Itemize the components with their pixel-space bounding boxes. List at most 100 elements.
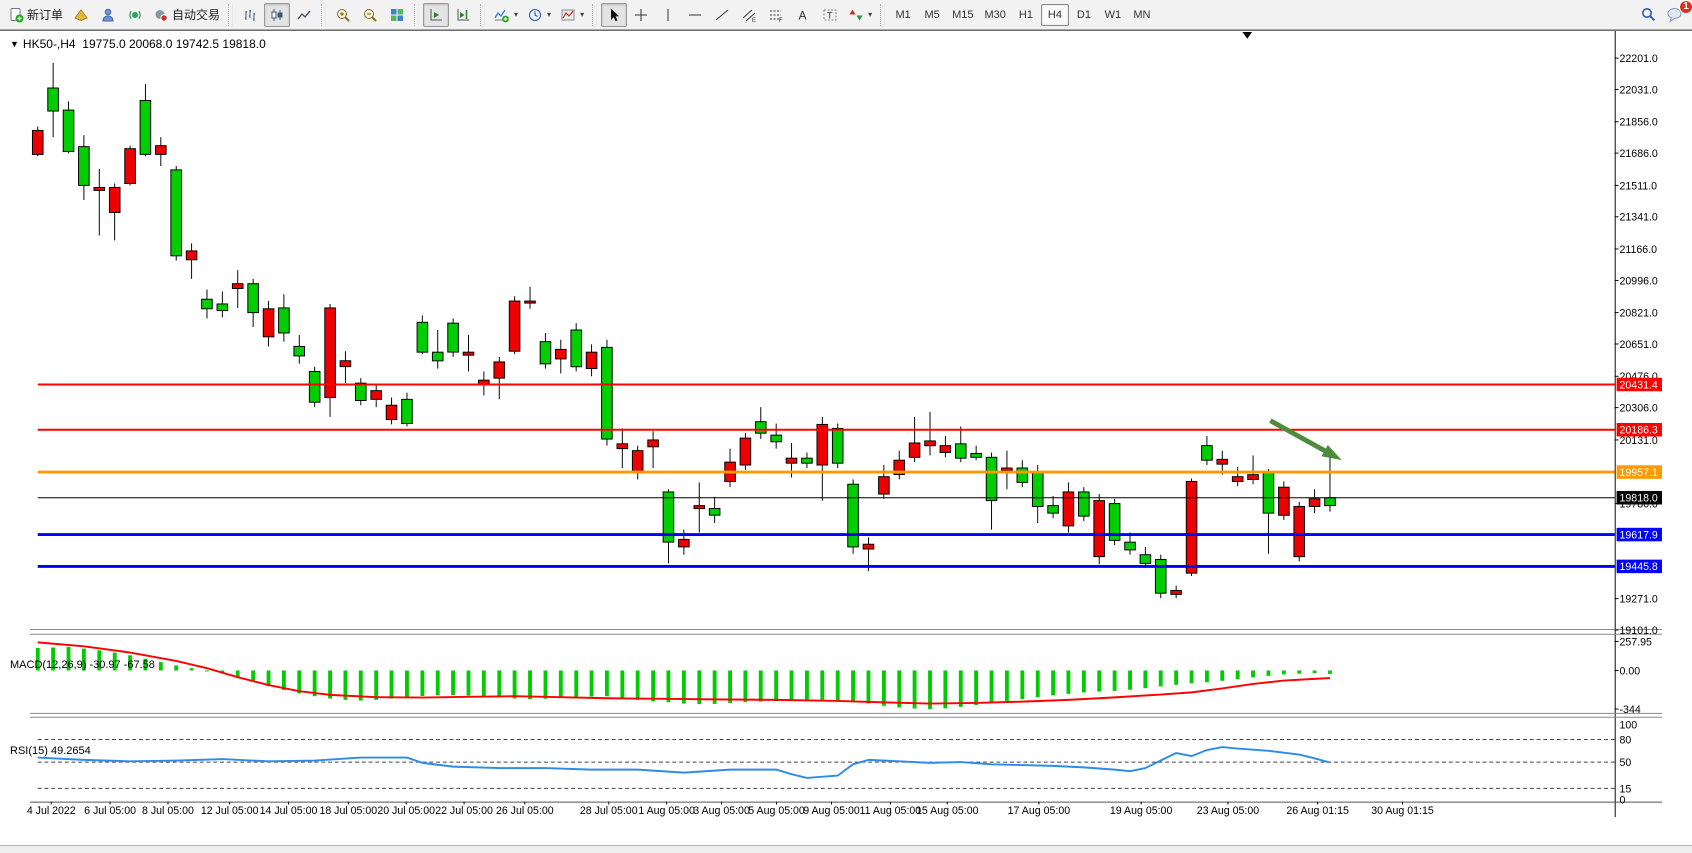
zoom-out-button[interactable] (357, 3, 383, 27)
date-label: 30 Aug 01:15 (1371, 805, 1434, 817)
status-bar (0, 845, 1692, 853)
text-icon: A (795, 7, 811, 23)
price-tick-label: 19101.0 (1620, 625, 1658, 637)
chart-canvas[interactable] (30, 31, 1662, 817)
tf-button-M1[interactable]: M1 (889, 4, 917, 26)
market-watch-button[interactable] (68, 3, 94, 27)
price-tag-label: 20186.3 (1620, 425, 1658, 437)
price-tick-label: 21511.0 (1620, 180, 1658, 192)
tile-windows-button[interactable] (384, 3, 410, 27)
zoom-in-button[interactable] (330, 3, 356, 27)
tf-button-MN[interactable]: MN (1128, 4, 1156, 26)
candle (448, 318, 459, 356)
candle (1294, 502, 1305, 562)
date-label: 1 Aug 05:00 (638, 805, 695, 817)
tf-button-M5[interactable]: M5 (918, 4, 946, 26)
autotrading-button[interactable]: 自动交易 (149, 3, 224, 27)
candle (309, 367, 320, 407)
chevron-down-icon: ▾ (580, 10, 584, 19)
date-label: 23 Aug 05:00 (1197, 805, 1260, 817)
price-tag-label: 19957.1 (1620, 467, 1658, 479)
tf-button-D1[interactable]: D1 (1070, 4, 1098, 26)
tf-button-M15[interactable]: M15 (947, 4, 978, 26)
date-label: 22 Jul 05:00 (435, 805, 493, 817)
templates-button[interactable]: ▾ (556, 3, 588, 27)
date-label: 17 Aug 05:00 (1008, 805, 1071, 817)
horizontal-line-icon (687, 7, 703, 23)
cursor-button[interactable] (601, 3, 627, 27)
date-label: 9 Aug 05:00 (803, 805, 860, 817)
toolbar-separator (228, 4, 233, 26)
notifications-button[interactable]: 1 (1662, 3, 1688, 27)
toolbar-separator (592, 4, 597, 26)
candle (1155, 555, 1166, 598)
chevron-down-icon: ▾ (514, 10, 518, 19)
trendline-icon (714, 7, 730, 23)
toolbar-separator (880, 4, 885, 26)
tf-button-M30[interactable]: M30 (980, 4, 1011, 26)
toolbar-separator (480, 4, 485, 26)
chart-shift-button[interactable] (450, 3, 476, 27)
mt4-window: 新订单 自动交易 (0, 0, 1692, 853)
indicators-icon (493, 7, 510, 23)
date-label: 26 Jul 05:00 (496, 805, 554, 817)
line-chart-button[interactable] (291, 3, 317, 27)
macd-tick-label: 0.00 (1620, 665, 1641, 677)
chart-svg: 22201.022031.021856.021686.021511.021341… (0, 31, 1692, 846)
user-icon (100, 7, 116, 23)
svg-text:E: E (752, 18, 756, 23)
vertical-line-icon (660, 7, 676, 23)
signal-icon (127, 7, 143, 23)
tf-button-W1[interactable]: W1 (1099, 4, 1127, 26)
bar-chart-button[interactable] (237, 3, 263, 27)
price-tick-label: 21166.0 (1620, 244, 1658, 256)
price-tag-label: 19818.0 (1620, 493, 1658, 505)
date-label: 6 Jul 05:00 (84, 805, 136, 817)
text-label-button[interactable]: T (817, 3, 843, 27)
channel-button[interactable]: E (736, 3, 762, 27)
chart-window: 22201.022031.021856.021686.021511.021341… (0, 30, 1692, 845)
arrows-tool-button[interactable]: ▾ (844, 3, 876, 27)
fibonacci-button[interactable]: F (763, 3, 789, 27)
tf-button-H4[interactable]: H4 (1041, 4, 1069, 26)
indicators-button[interactable]: ▾ (489, 3, 522, 27)
new-order-button[interactable]: 新订单 (4, 3, 67, 27)
price-tick-label: 21856.0 (1620, 117, 1658, 129)
tf-button-H1[interactable]: H1 (1012, 4, 1040, 26)
price-tick-label: 21686.0 (1620, 148, 1658, 160)
price-tick-label: 21341.0 (1620, 212, 1658, 224)
rsi-tick-label: 50 (1620, 757, 1632, 769)
vertical-line-button[interactable] (655, 3, 681, 27)
text-label-icon: T (822, 7, 838, 23)
auto-scroll-button[interactable] (423, 3, 449, 27)
data-window-button[interactable] (95, 3, 121, 27)
trendline-button[interactable] (709, 3, 735, 27)
candlestick-chart-button[interactable] (264, 3, 290, 27)
candle (32, 126, 43, 156)
rsi-tick-label: 100 (1620, 719, 1638, 731)
crosshair-icon (633, 7, 649, 23)
text-button[interactable]: A (790, 3, 816, 27)
candle (1079, 487, 1090, 521)
chevron-down-icon: ▾ (547, 10, 551, 19)
macd-tick-label: -344 (1620, 704, 1641, 716)
main-toolbar: 新订单 自动交易 (0, 0, 1692, 30)
horizontal-line-button[interactable] (682, 3, 708, 27)
crosshair-button[interactable] (628, 3, 654, 27)
navigator-button[interactable] (122, 3, 148, 27)
toolbar-separator (414, 4, 419, 26)
rsi-tick-label: 80 (1620, 734, 1632, 746)
periods-button[interactable]: ▾ (523, 3, 555, 27)
line-chart-icon (296, 7, 312, 23)
search-button[interactable] (1635, 3, 1661, 27)
candle (171, 166, 182, 261)
date-label: 5 Aug 05:00 (748, 805, 805, 817)
chart-shift-icon (455, 7, 471, 23)
date-label: 20 Jul 05:00 (377, 805, 435, 817)
candle (571, 323, 582, 371)
price-tick-label: 20306.0 (1620, 402, 1658, 414)
auto-scroll-icon (428, 7, 444, 23)
date-label: 26 Aug 01:15 (1286, 805, 1349, 817)
svg-text:F: F (779, 18, 783, 23)
price-tick-label: 20651.0 (1620, 339, 1658, 351)
